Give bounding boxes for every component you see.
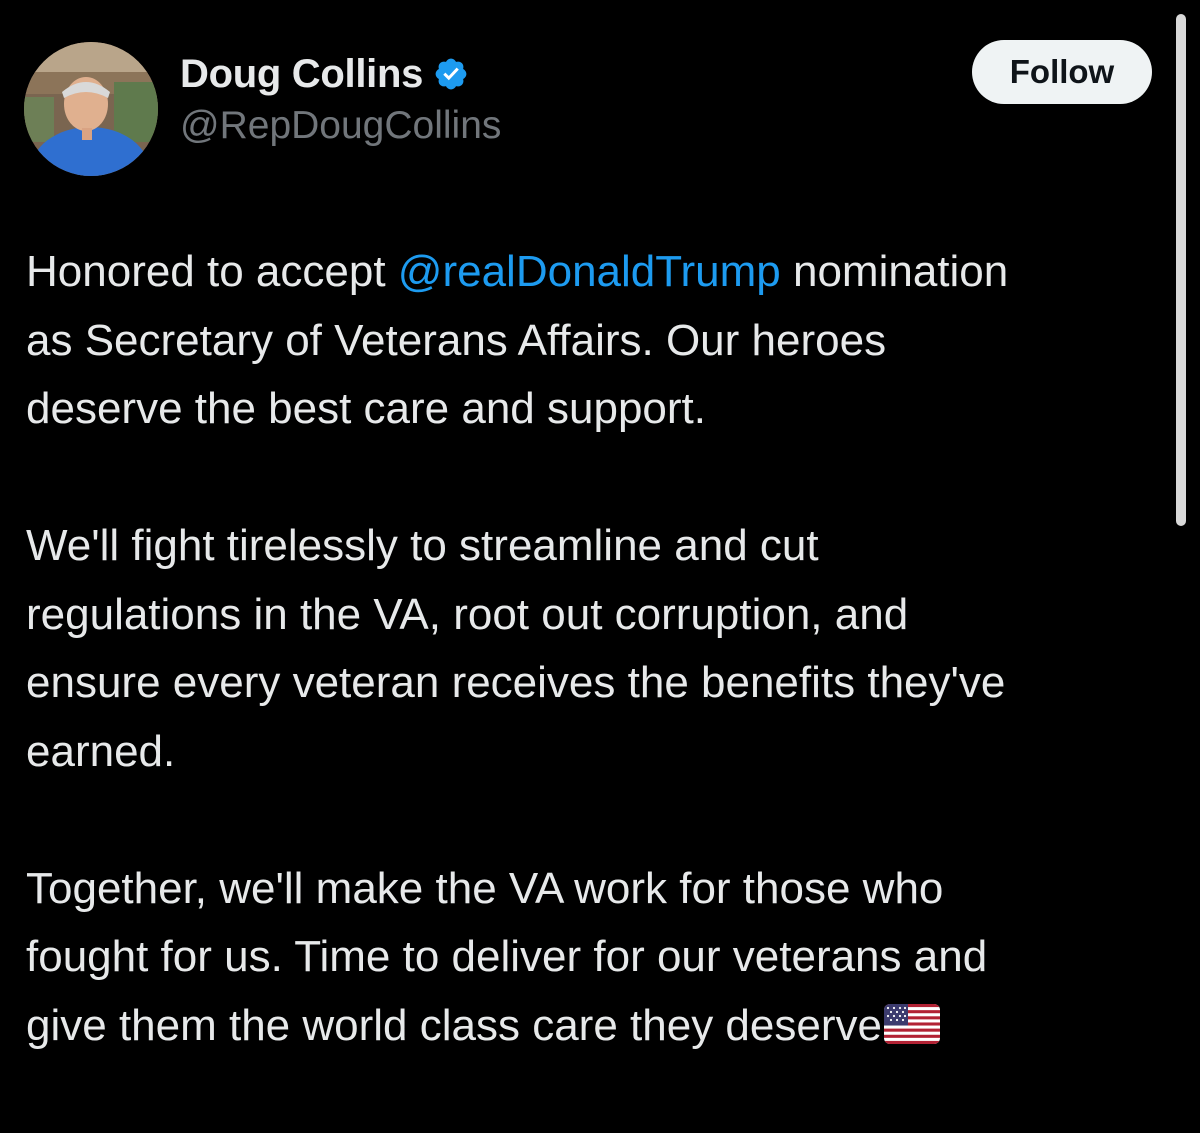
paragraph-3: Together, we'll make the VA work for tho… bbox=[26, 855, 1176, 1065]
avatar-image bbox=[24, 42, 158, 176]
text-segment: nomination bbox=[780, 247, 1009, 296]
text-line: regulations in the VA, root out corrupti… bbox=[26, 589, 909, 639]
post-text: Honored to accept @realDonaldTrump nomin… bbox=[26, 238, 1176, 1133]
text-line: ensure every veteran receives the benefi… bbox=[26, 658, 1006, 707]
text-segment: Honored to accept bbox=[26, 247, 398, 296]
text-line: give them the world class care they dese… bbox=[26, 992, 1176, 1065]
avatar[interactable] bbox=[24, 42, 158, 176]
scrollbar[interactable] bbox=[1176, 14, 1186, 526]
text-line: We'll fight tirelessly to streamline and… bbox=[26, 521, 819, 570]
text-line: deserve the best care and support. bbox=[26, 384, 706, 433]
text-line: as Secretary of Veterans Affairs. Our he… bbox=[26, 315, 887, 365]
author-names: Doug Collins @RepDougCollins bbox=[180, 46, 501, 148]
post-header: Doug Collins @RepDougCollins Follow bbox=[24, 36, 1174, 176]
display-name-row: Doug Collins bbox=[180, 46, 501, 102]
us-flag-emoji-icon bbox=[883, 996, 940, 1065]
paragraph-1: Honored to accept @realDonaldTrump nomin… bbox=[26, 238, 1176, 444]
verified-badge-icon[interactable] bbox=[433, 56, 469, 92]
text-line: Together, we'll make the VA work for tho… bbox=[26, 863, 944, 913]
mention-link[interactable]: @realDonaldTrump bbox=[398, 247, 781, 296]
text-segment: give them the world class care they dese… bbox=[26, 1000, 882, 1050]
display-name[interactable]: Doug Collins bbox=[180, 52, 423, 97]
post-card: Doug Collins @RepDougCollins Follow Hono… bbox=[0, 0, 1200, 1078]
text-line: fought for us. Time to deliver for our v… bbox=[26, 932, 988, 981]
follow-button[interactable]: Follow bbox=[972, 40, 1152, 104]
text-line: earned. bbox=[26, 726, 176, 776]
paragraph-2: We'll fight tirelessly to streamline and… bbox=[26, 512, 1176, 786]
handle[interactable]: @RepDougCollins bbox=[180, 104, 501, 148]
text-line: Honored to accept @realDonaldTrump nomin… bbox=[26, 238, 1176, 307]
